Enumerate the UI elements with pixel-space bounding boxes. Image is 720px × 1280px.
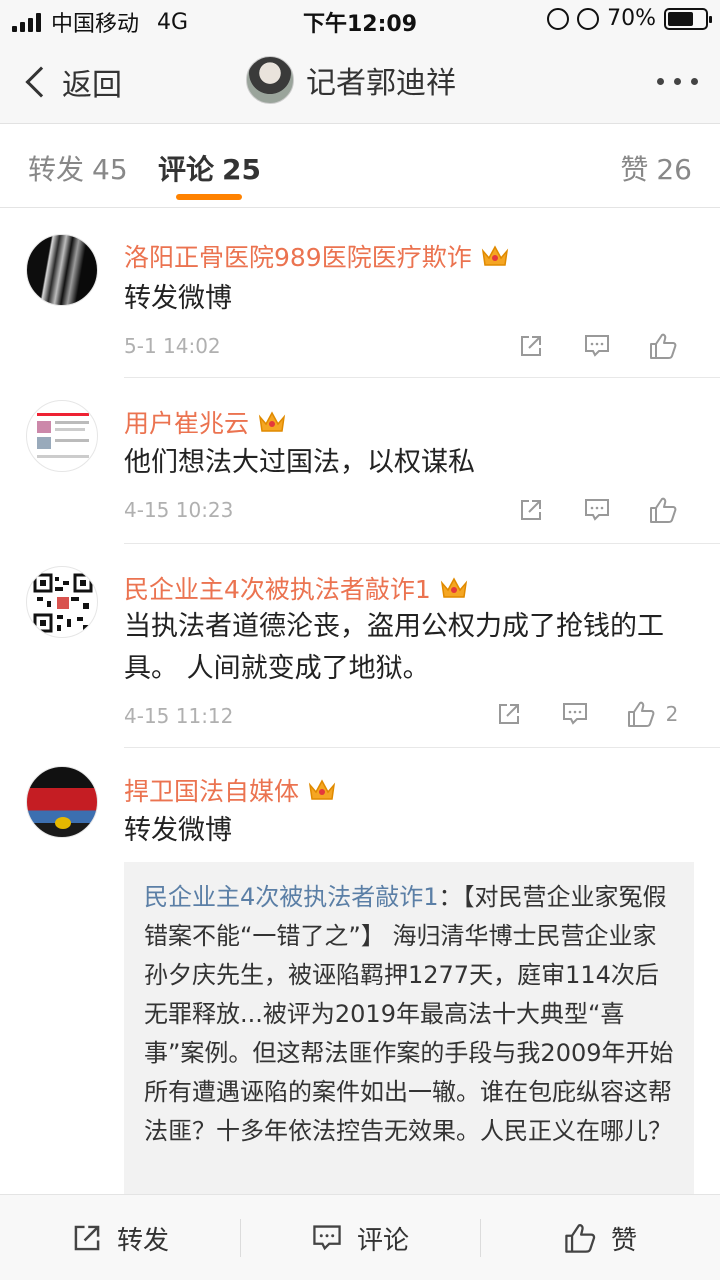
tab-comment[interactable]: 评论 25 [158, 148, 261, 188]
comment-time: 5-1 14:02 [124, 334, 221, 358]
crown-icon [308, 779, 336, 800]
comment-username[interactable]: 捍卫国法自媒体 [124, 772, 337, 808]
comment-text: 他们想法大过国法，以权谋私 [124, 447, 475, 478]
comment-button[interactable]: 评论 [240, 1195, 480, 1280]
repost-button[interactable]: 转发 [0, 1195, 240, 1280]
avatar[interactable] [26, 400, 98, 472]
comment-username[interactable]: 用户崔兆云 [124, 404, 287, 440]
tab-comment-count: 25 [222, 153, 261, 186]
qr-code-image [33, 573, 93, 633]
comment-username[interactable]: 民企业主4次被执法者敲诈1 [124, 570, 469, 606]
comment-username-text: 洛阳正骨医院989医院医疗欺诈 [124, 243, 472, 272]
comment-username-text: 捍卫国法自媒体 [124, 777, 300, 806]
like-count: 2 [665, 702, 679, 726]
bottom-action-bar: 转发 评论 赞 [0, 1194, 720, 1280]
orientation-lock-icon [547, 7, 570, 30]
tab-bar: 转发 45 评论 25 赞 26 [0, 124, 720, 208]
nav-bar: 返回 记者郭迪祥 [0, 40, 720, 124]
reply-button[interactable] [564, 492, 630, 528]
comment-item: 洛阳正骨医院989医院医疗欺诈 转发微博 5-1 14:02 [0, 208, 720, 378]
status-bar: 中国移动 4G 下午12:09 70% [0, 0, 720, 40]
comment-icon [563, 703, 587, 725]
like-button[interactable]: 赞 [480, 1195, 720, 1280]
repost-button[interactable] [498, 492, 564, 528]
share-icon [499, 704, 519, 724]
nav-user[interactable]: 记者郭迪祥 [246, 56, 456, 104]
tab-repost-label: 转发 [28, 153, 85, 186]
comment-text: 当执法者道德沦丧，盗用公权力成了抢钱的工具。 人间就变成了地狱。 [124, 611, 664, 684]
comment-username-text: 民企业主4次被执法者敲诈1 [124, 575, 431, 604]
like-button[interactable] [630, 492, 696, 528]
avatar[interactable] [26, 566, 98, 638]
back-button[interactable]: 返回 [20, 60, 122, 104]
reply-button[interactable] [542, 696, 608, 732]
comment-item: 用户崔兆云 他们想法大过国法，以权谋私 4-15 10:23 [0, 378, 720, 544]
avatar[interactable] [26, 234, 98, 306]
avatar[interactable] [26, 766, 98, 838]
comment-item: 民企业主4次被执法者敲诈1 当执法者道德沦丧，盗用公权力成了抢钱的工具。 人间就… [0, 544, 720, 748]
comment-time: 4-15 10:23 [124, 498, 234, 522]
tab-repost-count: 45 [92, 153, 128, 186]
like-label: 赞 [610, 1225, 637, 1256]
repost-button[interactable] [498, 328, 564, 364]
thumbs-up-icon [650, 333, 677, 359]
share-icon [521, 500, 541, 520]
comment-time: 4-15 11:12 [124, 704, 234, 728]
share-icon [521, 336, 541, 356]
more-icon[interactable] [657, 78, 698, 85]
chevron-left-icon [25, 66, 57, 98]
comment-icon [585, 499, 609, 521]
tab-indicator [176, 194, 242, 200]
battery-percent: 70% [607, 6, 656, 31]
alarm-icon [577, 7, 600, 30]
tab-like-label: 赞 [620, 153, 649, 186]
comment-text: 转发微博 [124, 283, 232, 314]
quoted-text: ：【对民营企业家冤假错案不能“一错了之”】 海归清华博士民营企业家孙夕庆先生，被… [144, 883, 674, 1145]
comment-icon [585, 335, 609, 357]
thumbs-up-icon [565, 1224, 596, 1253]
tab-like-count: 26 [656, 153, 692, 186]
back-label: 返回 [62, 68, 122, 103]
like-button[interactable] [630, 328, 696, 364]
thumbs-up-icon [627, 701, 655, 727]
comment-text: 转发微博 [124, 815, 232, 846]
repost-label: 转发 [116, 1225, 169, 1256]
tab-repost[interactable]: 转发 45 [28, 148, 128, 188]
repost-button[interactable] [476, 696, 542, 732]
page-title: 记者郭迪祥 [306, 66, 456, 101]
crown-icon [258, 411, 286, 432]
share-icon [74, 1225, 100, 1251]
crown-icon [440, 577, 467, 598]
comment-username[interactable]: 洛阳正骨医院989医院医疗欺诈 [124, 238, 510, 274]
comment-username-text: 用户崔兆云 [124, 409, 250, 438]
quoted-post[interactable]: 民企业主4次被执法者敲诈1：【对民营企业家冤假错案不能“一错了之”】 海归清华博… [124, 862, 694, 1222]
quoted-username[interactable]: 民企业主4次被执法者敲诈1 [144, 883, 439, 911]
battery-icon [664, 7, 712, 30]
comment-icon [313, 1225, 341, 1251]
crown-icon [481, 245, 508, 266]
like-button[interactable]: 2 [608, 696, 696, 732]
reply-button[interactable] [564, 328, 630, 364]
tab-comment-label: 评论 [158, 153, 215, 186]
avatar[interactable] [246, 56, 294, 104]
thumbs-up-icon [650, 497, 677, 523]
tab-like[interactable]: 赞 26 [620, 148, 692, 188]
comment-label: 评论 [356, 1225, 409, 1256]
